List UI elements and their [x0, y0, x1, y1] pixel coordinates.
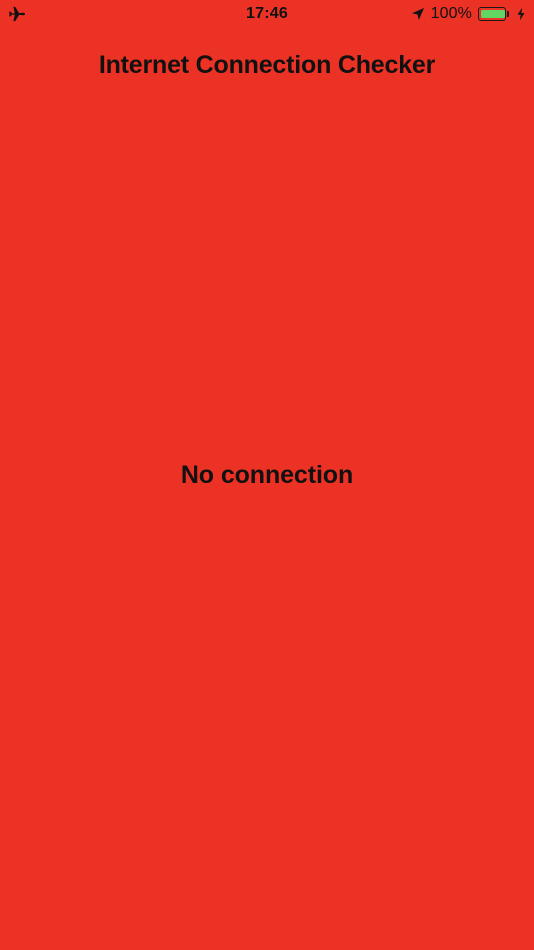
- charging-bolt-icon: [516, 7, 526, 21]
- connection-status-message: No connection: [180, 461, 354, 489]
- battery-icon: [478, 6, 510, 22]
- battery-cap: [507, 11, 509, 17]
- app-screen: 17:46 100% Internet Connection Checker N…: [0, 0, 534, 950]
- status-bar: 17:46 100%: [0, 0, 534, 28]
- location-arrow-icon: [411, 7, 425, 21]
- status-right-cluster: 100%: [411, 4, 526, 24]
- battery-percent: 100%: [430, 5, 472, 22]
- battery-body: [478, 7, 506, 21]
- battery-fill: [481, 10, 505, 18]
- page-title: Internet Connection Checker: [98, 51, 436, 79]
